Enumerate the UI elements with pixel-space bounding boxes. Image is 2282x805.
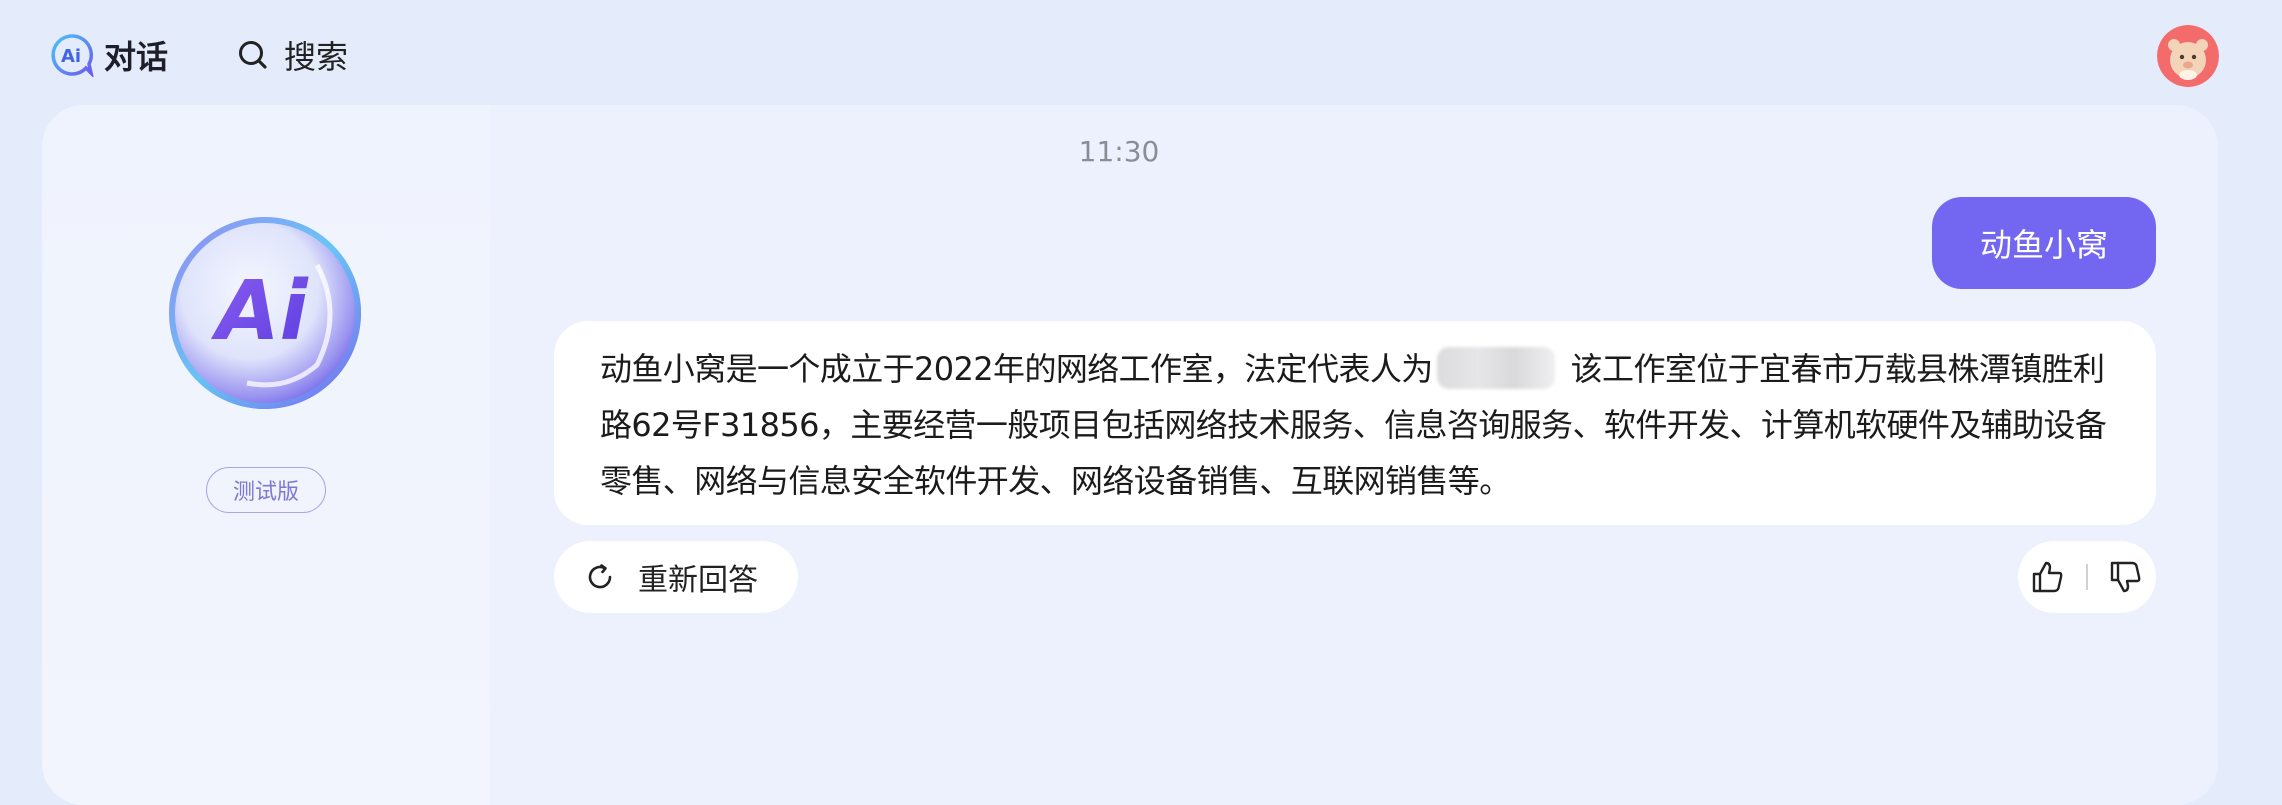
user-avatar[interactable] (2157, 25, 2219, 87)
search-label: 搜索 (284, 38, 349, 76)
feedback-divider (2086, 564, 2088, 590)
sidebar: Ai 测试版 (42, 105, 490, 805)
top-bar: Ai 对话 搜索 (0, 0, 2282, 105)
refresh-icon (588, 564, 612, 589)
redacted-name (1436, 347, 1555, 389)
search-icon (239, 41, 267, 69)
avatar-image (2157, 25, 2219, 87)
thumbs-up-icon[interactable] (2030, 559, 2066, 595)
message-timestamp: 11:30 (1078, 135, 1160, 168)
user-message-bubble: 动鱼小窝 (1931, 197, 2156, 289)
svg-text:Ai: Ai (61, 46, 81, 67)
regenerate-label: 重新回答 (638, 563, 758, 598)
svg-text:Ai: Ai (210, 264, 309, 359)
ai-logo-icon: Ai (51, 34, 94, 77)
bot-message-bubble: 动鱼小窝是一个成立于2022年的网络工作室，法定代表人为 该工作室位于宜春市万载县… (554, 321, 2156, 525)
search-button[interactable]: 搜索 (236, 30, 348, 80)
chat-area: 11:30 动鱼小窝 动鱼小窝是一个成立于2022年的网络工作室，法定代表人为该… (490, 105, 2218, 805)
version-badge: 测试版 (206, 467, 326, 513)
thumbs-down-icon[interactable] (2108, 559, 2144, 595)
feedback-group (2018, 541, 2156, 613)
regenerate-button[interactable]: 重新回答 (554, 541, 798, 613)
main-panel: Ai 测试版 11:30 动鱼小窝 动鱼小窝是一个成立于2022年的网络工作室，… (42, 105, 2218, 805)
bot-message-text-start: 动鱼小窝是一个成立于2022年的网络工作室，法定代表人为 (600, 350, 1433, 388)
chat-nav-label: 对话 (104, 38, 169, 76)
chat-nav-button[interactable]: Ai 对话 (50, 30, 168, 80)
ai-orb-logo: Ai (169, 217, 361, 409)
